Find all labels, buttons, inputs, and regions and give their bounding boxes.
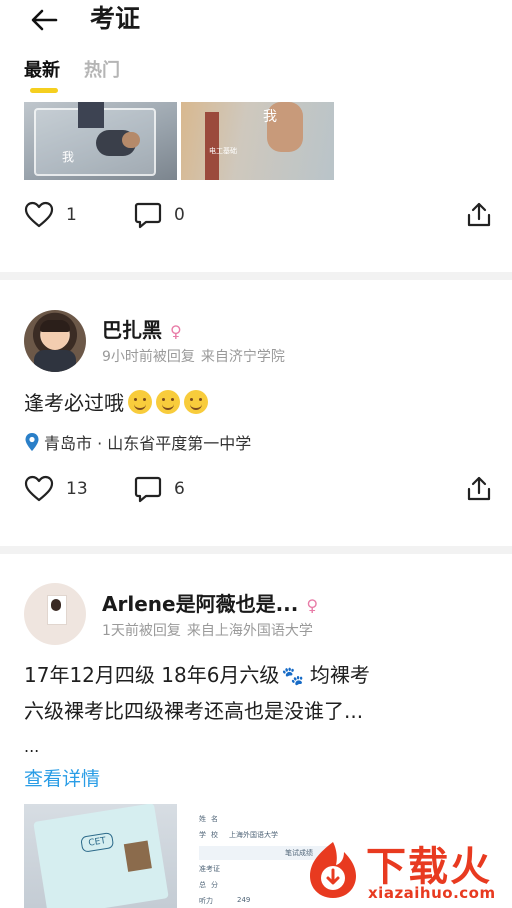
comment-button[interactable]: 0	[134, 200, 185, 230]
card-label: 姓	[199, 815, 206, 823]
post-meta: 9小时前被回复 来自济宁学院	[102, 346, 285, 366]
read-more-link[interactable]: 查看详情	[24, 764, 100, 791]
watermark-logo-icon	[310, 842, 356, 898]
post-content-line: ...	[24, 730, 39, 764]
share-icon	[467, 202, 491, 227]
cet-label: CET	[80, 831, 115, 853]
share-button[interactable]	[464, 200, 494, 230]
card-label: 名	[211, 815, 218, 823]
post-image-1[interactable]: CET	[24, 804, 177, 908]
avatar-face	[51, 599, 61, 611]
like-count: 13	[66, 479, 88, 499]
image-overlay-text: 我	[263, 109, 277, 125]
card-school: 上海外国语大学	[229, 831, 278, 839]
heart-icon	[24, 475, 54, 502]
smile-emoji-icon	[128, 390, 152, 414]
heart-icon	[24, 201, 54, 228]
avatar-hair	[40, 320, 70, 332]
reply-time: 1天前被回复	[102, 623, 181, 639]
paw-icon: 🐾	[281, 666, 304, 687]
post-image-2[interactable]: 我 电工基础	[181, 102, 334, 180]
post-actions: 1 0	[24, 200, 494, 230]
watermark: 下载火 xiazaihuo.com	[302, 834, 512, 908]
avatar[interactable]	[24, 583, 86, 645]
post-actions: 13 6	[24, 474, 494, 504]
like-count: 1	[66, 205, 77, 225]
back-arrow-icon	[31, 9, 58, 31]
comment-count: 6	[174, 479, 185, 499]
card-label: 校	[211, 831, 218, 839]
card-label: 听力	[199, 897, 213, 905]
school-source: 来自上海外国语大学	[186, 623, 313, 639]
card-label: 准考证	[199, 865, 220, 873]
image-overlay-text: 我	[62, 150, 75, 164]
gender-female-icon: ♀	[306, 596, 319, 615]
username-text: Arlene是阿薇也是...	[102, 592, 299, 616]
top-bar: 考证	[0, 0, 512, 48]
post-content-line[interactable]: 17年12月四级 18年6月六级 🐾 均裸考	[24, 658, 370, 694]
back-button[interactable]	[28, 6, 60, 34]
certificate-photo	[123, 840, 152, 872]
avatar-body	[34, 350, 76, 372]
image-overlay-subtext: 电工基础	[209, 147, 237, 155]
card-label: 学	[199, 831, 206, 839]
smile-emoji-icon	[156, 390, 180, 414]
like-button[interactable]: 1	[24, 200, 77, 230]
share-icon	[467, 476, 491, 501]
tab-latest[interactable]: 最新	[24, 58, 60, 84]
comment-icon	[134, 476, 162, 503]
photo-leg	[78, 102, 104, 128]
username[interactable]: 巴扎黑 ♀	[102, 314, 182, 343]
comment-count: 0	[174, 205, 185, 225]
card-label: 总	[199, 881, 206, 889]
comment-icon	[134, 202, 162, 229]
post-content-line[interactable]: 六级裸考比四级裸考还高也是没谁了...	[24, 694, 363, 728]
card-score: 249	[237, 896, 251, 904]
school-source: 来自济宁学院	[200, 349, 285, 365]
post-text: 17年12月四级 18年6月六级	[24, 663, 280, 687]
post-text: 逢考必过哦	[24, 391, 124, 415]
username-text: 巴扎黑	[102, 318, 162, 342]
tab-active-indicator	[30, 88, 58, 93]
photo-dog-ear	[122, 132, 140, 148]
card-label: 分	[211, 881, 218, 889]
post-divider	[0, 546, 512, 554]
post-image-1[interactable]: 我	[24, 102, 177, 180]
avatar[interactable]	[24, 310, 86, 372]
share-button[interactable]	[464, 474, 494, 504]
post-text: 均裸考	[309, 663, 370, 687]
tab-hot[interactable]: 热门	[84, 58, 120, 84]
post-divider	[0, 272, 512, 280]
like-button[interactable]: 13	[24, 474, 88, 504]
comment-button[interactable]: 6	[134, 474, 185, 504]
post-text: 六级裸考比四级裸考还高也是没谁了...	[24, 699, 364, 723]
watermark-url: xiazaihuo.com	[368, 884, 496, 902]
reply-time: 9小时前被回复	[102, 349, 195, 365]
page-title: 考证	[90, 4, 141, 33]
smile-emoji-icon	[184, 390, 208, 414]
post-text-ellipsis: ...	[24, 737, 40, 756]
location-tag[interactable]: 青岛市 · 山东省平度第一中学	[24, 430, 251, 454]
post-meta: 1天前被回复 来自上海外国语大学	[102, 620, 313, 640]
post-content[interactable]: 逢考必过哦	[24, 386, 208, 420]
location-pin-icon	[25, 433, 39, 451]
certificate-card: CET	[33, 804, 169, 908]
location-text: 青岛市 · 山东省平度第一中学	[44, 434, 252, 453]
gender-female-icon: ♀	[170, 322, 182, 341]
username[interactable]: Arlene是阿薇也是... ♀	[102, 588, 318, 617]
